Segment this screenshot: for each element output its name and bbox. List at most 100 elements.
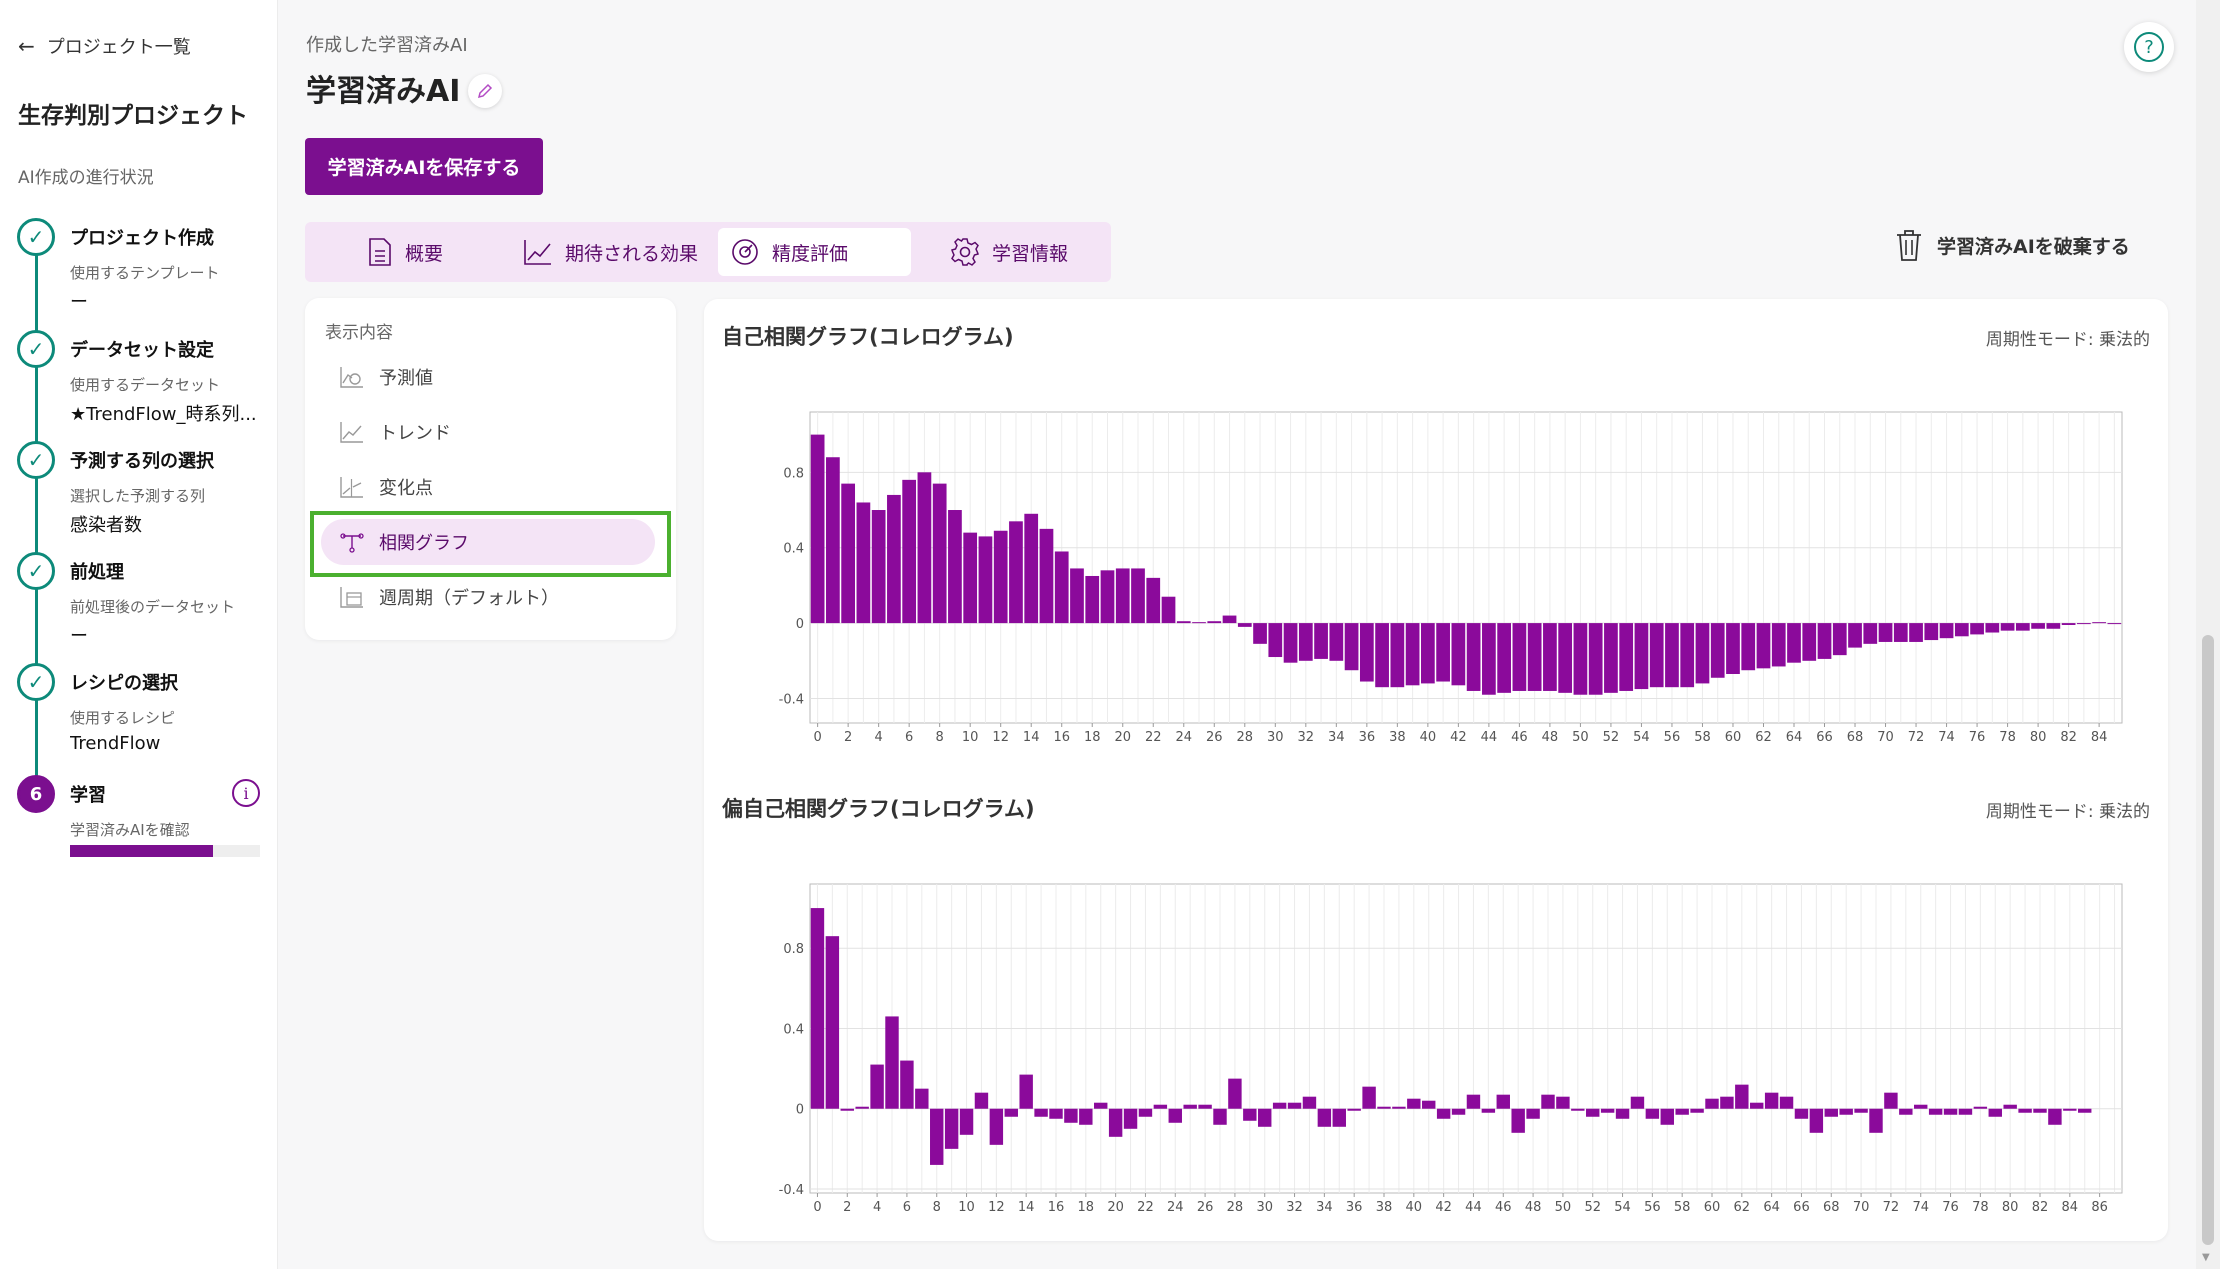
bar [1332, 1108, 1346, 1127]
bar [1764, 1092, 1779, 1109]
menu-item-label: 予測値 [379, 368, 433, 389]
x-tick-label: 82 [2032, 1200, 2049, 1215]
step-value: 感染者数 [70, 515, 142, 536]
bar [1630, 1096, 1645, 1109]
help-button[interactable]: ? [2124, 22, 2174, 72]
tab-training-info[interactable]: 学習情報 [938, 228, 1098, 276]
bar [1779, 1096, 1794, 1109]
step-value: TrendFlow [70, 733, 161, 754]
bar [2003, 1104, 2017, 1109]
bar [1928, 1108, 1943, 1115]
project-title: 生存判別プロジェクト [18, 103, 248, 129]
save-model-button[interactable]: 学習済みAIを保存する [305, 138, 543, 195]
bar [1720, 1096, 1734, 1109]
bar [1258, 1108, 1272, 1127]
bar [1466, 1094, 1481, 1109]
back-to-projects-link[interactable]: ← プロジェクト一覧 [18, 33, 191, 59]
x-tick-label: 58 [1674, 1200, 1691, 1215]
discard-label: 学習済みAIを破棄する [1937, 235, 2130, 258]
bar [1615, 1108, 1630, 1119]
bar [870, 1064, 884, 1109]
info-icon[interactable]: i [232, 779, 260, 807]
bar [2033, 1108, 2047, 1113]
x-tick-label: 24 [1167, 1200, 1184, 1215]
bar [840, 1108, 854, 1111]
x-tick-label: 6 [903, 1200, 911, 1215]
menu-item-changepoint[interactable]: 変化点 [321, 464, 655, 510]
bar [1064, 1108, 1078, 1123]
back-label: プロジェクト一覧 [46, 37, 191, 58]
arrow-left-icon: ← [18, 34, 35, 58]
bar [1362, 1086, 1376, 1109]
line-chart-icon [524, 240, 551, 265]
pencil-icon [477, 83, 493, 99]
svg-text:?: ? [2144, 37, 2154, 58]
bar [825, 936, 840, 1109]
page-scrollbar[interactable]: ▼ [2196, 0, 2220, 1269]
page-subtitle: 作成した学習済みAI [306, 35, 468, 56]
x-tick-label: 56 [1644, 1200, 1661, 1215]
bar [989, 1108, 1004, 1145]
menu-item-weekly-cycle[interactable]: 週周期（デフォルト） [321, 574, 655, 620]
step-title: 学習 [70, 785, 106, 806]
check-icon: ✓ [17, 552, 55, 590]
scrollbar-thumb[interactable] [2202, 635, 2214, 1245]
tab-label: 精度評価 [772, 242, 849, 265]
bar [915, 1088, 929, 1109]
selection-highlight [310, 511, 671, 577]
x-tick-label: 10 [958, 1200, 975, 1215]
bar [1660, 1108, 1674, 1125]
bar [1123, 1108, 1138, 1129]
x-tick-label: 66 [1793, 1200, 1810, 1215]
x-tick-label: 76 [1942, 1200, 1959, 1215]
tab-overview[interactable]: 概要 [355, 228, 475, 276]
bar [1511, 1108, 1525, 1133]
bar [1243, 1108, 1257, 1121]
bar [974, 1092, 989, 1109]
display-content-menu: 表示内容 予測値 トレンド 変化点 相関グラフ 週周期（デフォルト） [305, 298, 676, 640]
changepoint-icon [340, 477, 363, 498]
y-tick-label: 0.8 [783, 942, 804, 957]
progress-line [35, 240, 38, 792]
step-sub: 使用するテンプレート [70, 264, 220, 282]
check-icon: ✓ [17, 330, 55, 368]
check-icon: ✓ [17, 441, 55, 479]
gauge-icon [732, 239, 758, 265]
x-tick-label: 70 [1853, 1200, 1870, 1215]
x-tick-label: 72 [1883, 1200, 1900, 1215]
bar [2063, 1108, 2077, 1111]
bar [1645, 1108, 1660, 1119]
scroll-down-icon[interactable]: ▼ [2202, 1252, 2210, 1263]
bar [1556, 1096, 1570, 1109]
step-title: 予測する列の選択 [70, 451, 214, 472]
bar [1436, 1108, 1451, 1119]
x-tick-label: 18 [1078, 1200, 1095, 1215]
menu-item-trend[interactable]: トレンド [321, 409, 655, 455]
tab-expected-effect[interactable]: 期待される効果 [511, 228, 711, 276]
bar [1750, 1102, 1764, 1109]
discard-model-button[interactable]: 学習済みAIを破棄する [1895, 228, 2130, 262]
bar [1094, 1102, 1108, 1109]
bar [1153, 1104, 1168, 1109]
step-sub: 前処理後のデータセット [70, 598, 236, 616]
menu-item-label: 週周期（デフォルト） [379, 588, 559, 609]
check-icon: ✓ [17, 218, 55, 256]
x-tick-label: 60 [1704, 1200, 1721, 1215]
x-tick-label: 78 [1972, 1200, 1989, 1215]
x-tick-label: 38 [1376, 1200, 1393, 1215]
bar [2048, 1108, 2062, 1125]
bar [944, 1108, 959, 1149]
step-sub: 選択した予測する列 [70, 487, 206, 505]
tab-accuracy[interactable]: 精度評価 [718, 228, 911, 276]
edit-title-button[interactable] [468, 74, 502, 108]
trash-icon [1897, 230, 1921, 261]
step-title: プロジェクト作成 [70, 228, 214, 249]
x-tick-label: 2 [843, 1200, 851, 1215]
menu-item-forecast[interactable]: 予測値 [321, 354, 655, 400]
x-tick-label: 86 [2091, 1200, 2108, 1215]
y-tick-label: 0.4 [783, 1022, 804, 1037]
tab-label: 概要 [405, 242, 444, 265]
gear-icon [951, 238, 979, 266]
bar [1138, 1108, 1153, 1117]
step-value: ー [70, 626, 88, 647]
